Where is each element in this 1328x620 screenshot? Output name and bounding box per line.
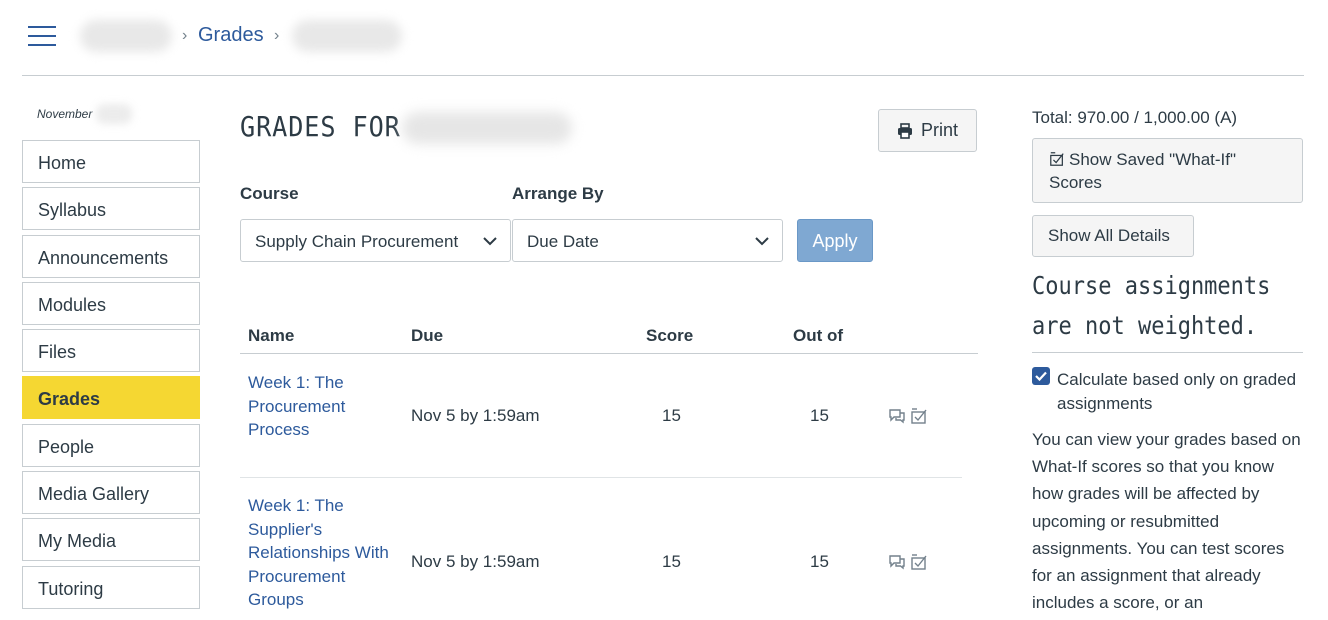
print-button[interactable]: Print [878,109,977,152]
breadcrumb-course-redacted[interactable] [80,20,172,52]
nav-date: November [37,107,93,121]
top-bar: › Grades › [0,0,1328,76]
course-navigation: Home Syllabus Announcements Modules File… [22,140,200,613]
column-header-out-of[interactable]: Out of [793,326,843,346]
breadcrumb-separator: › [182,27,188,44]
whatif-icon [1050,152,1064,166]
whatif-icon[interactable] [910,407,928,425]
arrange-by-label: Arrange By [512,184,604,203]
chevron-down-icon [483,237,497,246]
nav-date-redacted [96,104,132,124]
table-row-divider [240,477,962,478]
nav-item-grades[interactable]: Grades [22,376,200,420]
checkmark-icon [1035,371,1047,382]
grade-total: Total: 970.00 / 1,000.00 (A) [1032,108,1238,127]
assignment-due: Nov 5 by 1:59am [411,552,540,571]
show-all-details-button[interactable]: Show All Details [1032,215,1194,257]
comment-icon[interactable] [888,407,906,425]
nav-item-announcements[interactable]: Announcements [22,234,200,278]
assignment-link[interactable]: Week 1: The Supplier's Relationships Wit… [248,494,398,612]
show-saved-whatif-button[interactable]: Show Saved "What-If" Scores [1032,138,1303,203]
table-header-divider [240,353,978,354]
whatif-icon[interactable] [910,553,928,571]
nav-item-modules[interactable]: Modules [22,281,200,325]
arrange-by-select-value: Due Date [527,232,599,251]
breadcrumb-separator: › [274,27,280,44]
graded-only-label[interactable]: Calculate based only on graded assignmen… [1057,368,1297,416]
course-label: Course [240,184,299,203]
top-divider [22,75,1304,76]
hamburger-icon[interactable] [28,26,58,48]
column-header-name[interactable]: Name [248,326,294,346]
nav-item-files[interactable]: Files [22,329,200,373]
nav-item-people[interactable]: People [22,423,200,467]
nav-item-home[interactable]: Home [22,140,200,183]
nav-item-my-media[interactable]: My Media [22,518,200,562]
chevron-down-icon [755,237,769,246]
assignment-link[interactable]: Week 1: The Procurement Process [248,371,398,442]
breadcrumb-grades-link[interactable]: Grades [198,24,264,47]
nav-item-media-gallery[interactable]: Media Gallery [22,471,200,515]
nav-item-tutoring[interactable]: Tutoring [22,565,200,609]
course-select-value: Supply Chain Procurement [255,232,459,251]
nav-item-syllabus[interactable]: Syllabus [22,187,200,231]
breadcrumb-student-redacted [292,20,402,52]
assignment-score: 15 [662,406,681,425]
apply-button[interactable]: Apply [797,219,873,262]
arrange-by-select[interactable]: Due Date [512,219,783,262]
whatif-info-text: You can view your grades based on What-I… [1032,430,1301,613]
sidebar-divider [1032,352,1303,353]
print-icon [897,122,912,139]
assignment-out-of: 15 [810,552,829,571]
comment-icon[interactable] [888,553,906,571]
show-saved-whatif-label: Show Saved "What-If" Scores [1049,150,1237,192]
graded-only-checkbox[interactable] [1032,367,1050,385]
student-name-redacted [402,112,572,144]
course-select[interactable]: Supply Chain Procurement [240,219,511,262]
column-header-score[interactable]: Score [646,326,693,346]
page-title: GRADES FOR [240,110,401,143]
weighting-note: Course assignments are not weighted. [1032,271,1271,340]
assignment-out-of: 15 [810,406,829,425]
print-label: Print [920,120,958,140]
column-header-due[interactable]: Due [411,326,443,346]
assignment-score: 15 [662,552,681,571]
assignment-due: Nov 5 by 1:59am [411,406,540,425]
